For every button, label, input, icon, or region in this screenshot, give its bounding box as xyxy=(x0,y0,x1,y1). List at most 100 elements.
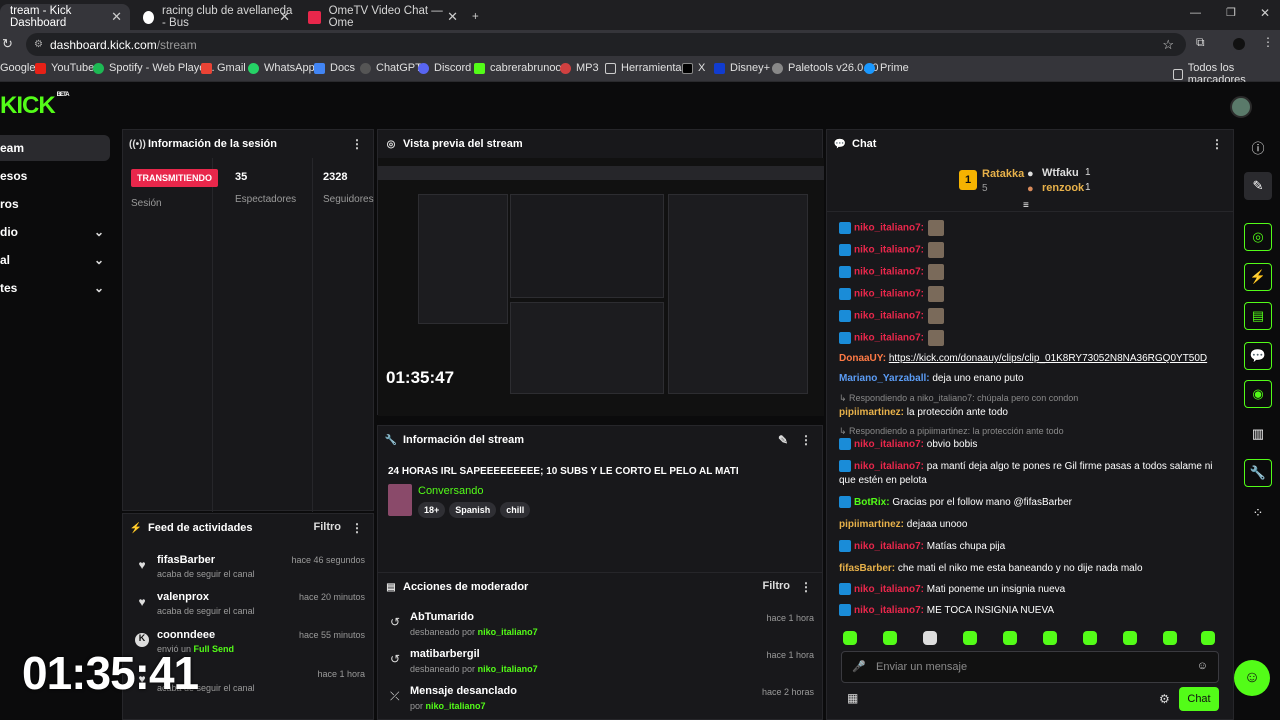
restore-button[interactable]: ❐ xyxy=(1226,6,1236,19)
edit-icon[interactable]: ✎ xyxy=(1244,172,1272,200)
chat-username[interactable]: pipiimartinez: xyxy=(839,519,904,530)
mod-by[interactable]: niko_italiano7 xyxy=(426,701,486,711)
chat-username[interactable]: niko_italiano7: xyxy=(854,311,924,322)
tab-kick-dashboard[interactable]: tream - Kick Dashboard ✕ xyxy=(0,4,130,30)
broadcast-toggle-icon[interactable]: ◉ xyxy=(1244,380,1272,408)
tab-ometv[interactable]: OmeTV Video Chat — Ome ✕ xyxy=(298,4,466,30)
chat-toggle-icon[interactable]: 💬 xyxy=(1244,342,1272,370)
site-info-icon[interactable]: ⚙ xyxy=(34,39,43,50)
emote-icon[interactable] xyxy=(963,631,977,645)
chat-username[interactable]: DonaaUY: xyxy=(839,353,886,364)
bookmark-chatgpt[interactable]: ChatGPT xyxy=(360,62,422,74)
edit-icon[interactable]: ✎ xyxy=(778,433,788,447)
category-thumbnail[interactable] xyxy=(388,484,412,516)
stream-category[interactable]: Conversando xyxy=(418,485,483,497)
more-options-icon[interactable]: ⋮ xyxy=(1211,137,1223,151)
bookmark-prime[interactable]: Prime xyxy=(864,62,909,74)
wrench-toggle-icon[interactable]: 🔧 xyxy=(1244,459,1272,487)
bookmark-mp3[interactable]: MP3 xyxy=(560,62,599,74)
chat-username[interactable]: niko_italiano7: xyxy=(854,605,924,616)
profile-icon[interactable] xyxy=(1233,38,1245,50)
chat-username[interactable]: niko_italiano7: xyxy=(854,223,924,234)
activity-user[interactable]: coonndeee xyxy=(157,629,215,641)
layout-icon[interactable]: ▥ xyxy=(1244,420,1272,448)
preview-toggle-icon[interactable]: ◎ xyxy=(1244,223,1272,251)
minimize-button[interactable]: — xyxy=(1190,7,1201,19)
emote-icon[interactable] xyxy=(1201,631,1215,645)
emote-icon[interactable] xyxy=(1003,631,1017,645)
bookmark-google[interactable]: Google xyxy=(0,62,35,74)
bookmark-cabrerabrunooo[interactable]: cabrerabrunooo xyxy=(474,62,568,74)
file-toggle-icon[interactable]: ▤ xyxy=(1244,302,1272,330)
chat-username[interactable]: niko_italiano7: xyxy=(854,289,924,300)
close-window-button[interactable]: ✕ xyxy=(1260,6,1270,20)
send-chat-button[interactable]: Chat xyxy=(1179,687,1219,711)
emote-icon[interactable] xyxy=(883,631,897,645)
reply-context[interactable]: ↳ Respondiendo a niko_italiano7: chúpala… xyxy=(839,393,1078,404)
more-options-icon[interactable]: ⋮ xyxy=(800,433,812,447)
gifter-name[interactable]: Wtfaku xyxy=(1042,167,1079,179)
bookmark-paletools[interactable]: Paletools v26.0.10 xyxy=(772,62,879,74)
chat-username[interactable]: niko_italiano7: xyxy=(854,541,924,552)
gifter-name[interactable]: renzook xyxy=(1042,182,1084,194)
kick-logo[interactable]: KICK BETA xyxy=(0,92,70,120)
more-options-icon[interactable]: ⋮ xyxy=(351,521,363,535)
filter-button[interactable]: Filtro xyxy=(763,580,791,592)
chat-username[interactable]: Mariano_Yarzaball: xyxy=(839,373,930,384)
chat-username[interactable]: niko_italiano7: xyxy=(854,439,924,450)
chat-username[interactable]: pipiimartinez: xyxy=(839,407,904,418)
new-tab-button[interactable]: + xyxy=(468,4,488,30)
widgets-icon[interactable]: ⁘ xyxy=(1244,499,1272,527)
bookmark-docs[interactable]: Docs xyxy=(314,62,355,74)
emote-icon[interactable] xyxy=(1043,631,1057,645)
chat-username[interactable]: niko_italiano7: xyxy=(854,584,924,595)
close-tab-icon[interactable]: ✕ xyxy=(447,9,458,25)
emote-icon[interactable] xyxy=(923,631,937,645)
bookmark-gmail[interactable]: Gmail xyxy=(201,62,246,74)
avatar[interactable] xyxy=(1230,96,1252,118)
bookmark-whatsapp[interactable]: WhatsApp xyxy=(248,62,315,74)
bookmark-spotify[interactable]: Spotify - Web Playe... xyxy=(93,62,215,74)
bookmark-disney[interactable]: Disney+ xyxy=(714,62,770,74)
extensions-icon[interactable]: ⧉ xyxy=(1196,35,1205,50)
store-icon[interactable]: ▦ xyxy=(847,691,858,705)
sidebar-item-canal[interactable]: al ⌄ xyxy=(0,247,110,273)
close-tab-icon[interactable]: ✕ xyxy=(111,9,122,25)
chat-username[interactable]: niko_italiano7: xyxy=(854,245,924,256)
reply-context[interactable]: ↳ Respondiendo a pipiimartinez: la prote… xyxy=(839,426,1064,437)
sidebar-item-audio[interactable]: dio ⌄ xyxy=(0,219,110,245)
more-options-icon[interactable]: ⋮ xyxy=(800,580,812,594)
activity-user[interactable]: valenprox xyxy=(157,591,209,603)
emote-icon[interactable] xyxy=(1163,631,1177,645)
bookmark-x[interactable]: X xyxy=(682,62,705,74)
chat-link[interactable]: https://kick.com/donaauy/clips/clip_01K8… xyxy=(889,353,1207,364)
gear-icon[interactable]: ⚙ xyxy=(1159,692,1170,706)
chat-username[interactable]: fifasBarber: xyxy=(839,563,895,574)
microphone-icon[interactable]: 🎤 xyxy=(852,660,866,673)
bookmark-herramientas[interactable]: Herramientas xyxy=(605,62,687,74)
expand-icon[interactable]: ≡ xyxy=(1023,200,1029,211)
stream-video[interactable]: 01:35:47 xyxy=(378,158,824,416)
browser-menu-icon[interactable]: ⋮ xyxy=(1262,35,1274,49)
chat-username[interactable]: niko_italiano7: xyxy=(854,333,924,344)
mod-target[interactable]: matibarbergil xyxy=(410,648,480,660)
bookmark-discord[interactable]: Discord xyxy=(418,62,471,74)
top-gifter-name[interactable]: Ratakka xyxy=(982,168,1024,180)
bookmark-youtube[interactable]: YouTube xyxy=(35,62,94,74)
emote-icon[interactable] xyxy=(1123,631,1137,645)
support-chat-button[interactable]: ☺ xyxy=(1234,660,1270,696)
emoji-icon[interactable]: ☺ xyxy=(1197,660,1208,672)
sidebar-item-accesos[interactable]: esos xyxy=(0,163,110,189)
reload-icon[interactable]: ↻ xyxy=(2,36,13,52)
filter-button[interactable]: Filtro xyxy=(314,521,342,533)
mod-by[interactable]: niko_italiano7 xyxy=(478,627,538,637)
url-input[interactable]: ⚙ dashboard.kick.com/stream ☆ xyxy=(26,33,1186,56)
sidebar-item-otros[interactable]: ros xyxy=(0,191,110,217)
activity-user[interactable]: fifasBarber xyxy=(157,554,215,566)
bookmark-star-icon[interactable]: ☆ xyxy=(1162,37,1174,53)
mod-target[interactable]: AbTumarido xyxy=(410,611,474,623)
chat-username[interactable]: niko_italiano7: xyxy=(854,461,924,472)
chat-input[interactable]: 🎤 Enviar un mensaje ☺ xyxy=(841,651,1219,683)
info-icon[interactable]: ⓘ xyxy=(1244,133,1272,161)
tab-google-search[interactable]: racing club de avellaneda - Bus ✕ xyxy=(133,4,298,30)
